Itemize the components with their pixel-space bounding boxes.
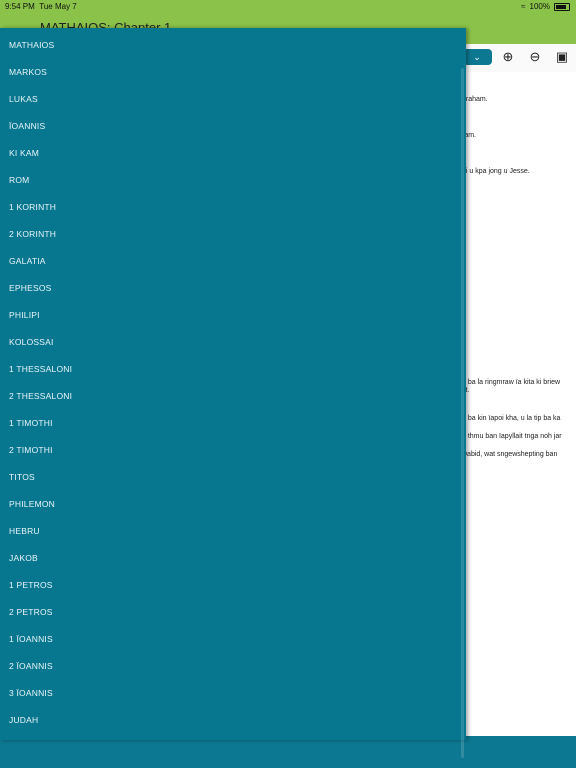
chevron-down-icon: ⌄ [473,52,481,62]
book-item[interactable]: MARKOS [0,55,466,82]
battery-percent: 100% [529,2,550,11]
content-line: n ba la ringmraw ïa kita ki briew [462,379,561,386]
book-item[interactable]: 2 THESSALONI [0,379,466,406]
book-item[interactable]: HEBRU [0,514,466,541]
chapter-dropdown[interactable]: ⌄ [462,49,492,65]
book-item[interactable]: PHILIPI [0,298,466,325]
zoom-in-icon[interactable]: ⊕ [498,47,518,67]
book-item[interactable]: 3 ÏOANNIS [0,676,466,703]
drawer-scrollbar[interactable] [461,68,464,758]
book-item[interactable]: EPHESOS [0,271,466,298]
book-item[interactable]: PHILEMON [0,487,466,514]
content-line: a thmu ban ïapyllait tnga noh jar [462,433,562,440]
book-drawer: MATHAIOS MARKOS LUKAS ÏOANNIS KI KAM ROM 1 KOR… [0,28,466,758]
book-item[interactable]: 2 PETROS [0,595,466,622]
book-item[interactable]: TITOS [0,460,466,487]
battery-icon [554,2,570,11]
status-time: 9:54 PM [5,2,35,11]
status-time-date: 9:54 PM Tue May 7 [5,2,77,11]
book-item[interactable]: GALATIA [0,244,466,271]
bottom-bar [0,736,576,768]
book-item[interactable]: JAKOB [0,541,466,568]
book-item[interactable]: KI KAM [0,136,466,163]
status-indicators: ≈ 100% [521,2,570,11]
book-list: MATHAIOS MARKOS LUKAS ÏOANNIS KI KAM ROM 1 KOR… [0,28,466,730]
book-item[interactable]: 2 KORINTH [0,217,466,244]
status-date: Tue May 7 [39,2,77,11]
book-item[interactable]: ÏOANNIS [0,109,466,136]
content-line: ei u kpa jong u Jesse. [462,168,530,175]
book-item[interactable]: 1 ÏOANNIS [0,622,466,649]
status-bar: 9:54 PM Tue May 7 ≈ 100% [0,0,576,12]
content-line: a ba kin ïapoi kha, u la tip ba ka [462,415,561,422]
zoom-out-icon[interactable]: ⊖ [525,47,545,67]
book-item[interactable]: LUKAS [0,82,466,109]
book-item[interactable]: 1 TIMOTHI [0,406,466,433]
book-item[interactable]: 1 KORINTH [0,190,466,217]
book-item[interactable]: ROM [0,163,466,190]
book-item[interactable]: 1 PETROS [0,568,466,595]
wifi-icon: ≈ [521,2,526,11]
book-item[interactable]: JUDAH [0,703,466,730]
content-line: Dabid, wat sngewshepting ban [462,451,558,458]
book-item[interactable]: MATHAIOS [0,28,466,55]
book-item[interactable]: 2 TIMOTHI [0,433,466,460]
book-item[interactable]: 2 ÏOANNIS [0,649,466,676]
fit-screen-icon[interactable]: ▣ [552,47,572,67]
book-item[interactable]: KOLOSSAI [0,325,466,352]
book-item[interactable]: 1 THESSALONI [0,352,466,379]
